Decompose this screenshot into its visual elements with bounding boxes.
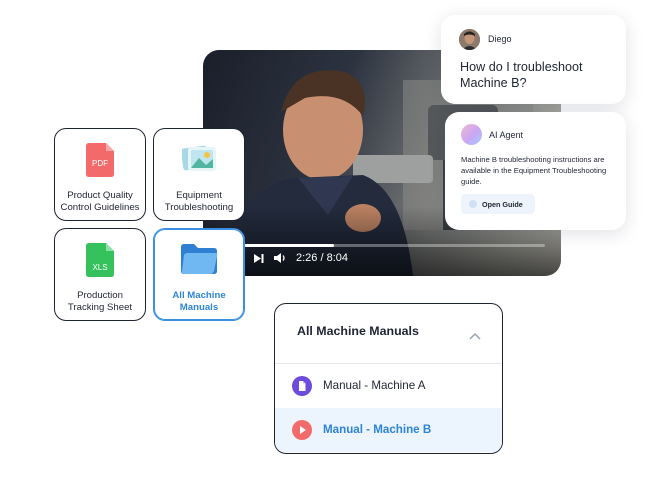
ai-answer-card: AI Agent Machine B troubleshooting instr… [445,112,626,230]
document-icon [292,376,312,396]
svg-text:PDF: PDF [92,159,108,168]
manuals-dropdown: All Machine Manuals Manual - Machine A M… [274,303,503,454]
pdf-file-icon: PDF [86,143,114,182]
tile-production-tracking[interactable]: XLS Production Tracking Sheet [54,228,146,321]
user-name: Diego [488,34,512,44]
video-progress-bar[interactable] [243,244,545,247]
tile-label: All Machine Manuals [172,290,226,313]
folder-icon [180,243,218,280]
chevron-up-icon[interactable] [469,327,481,345]
ai-agent-avatar-icon [461,124,482,145]
video-controls: 2:26 / 8:04 [253,252,348,264]
volume-icon[interactable] [273,252,287,264]
tile-all-machine-manuals[interactable]: All Machine Manuals [153,228,245,321]
avatar [459,29,480,50]
agent-name: AI Agent [489,130,524,140]
dropdown-header[interactable]: All Machine Manuals [275,304,502,364]
svg-text:XLS: XLS [92,263,107,272]
video-progress-fill [243,244,334,247]
dropdown-item-machine-b[interactable]: Manual - Machine B [275,408,502,452]
question-text: How do I troubleshoot Machine B? [460,60,583,90]
dropdown-item-label: Manual - Machine B [323,423,432,436]
guide-dot-icon [469,200,477,208]
skip-next-icon[interactable] [253,253,264,264]
video-time: 2:26 / 8:04 [296,252,348,264]
open-guide-label: Open Guide [482,200,523,209]
image-file-icon [180,143,216,178]
dropdown-item-label: Manual - Machine A [323,379,426,392]
tile-label: Equipment Troubleshooting [164,190,234,213]
dropdown-item-machine-a[interactable]: Manual - Machine A [275,364,502,408]
tile-label: Production Tracking Sheet [67,290,133,313]
play-icon [292,420,312,440]
dropdown-title: All Machine Manuals [297,324,419,338]
tile-equipment-troubleshooting[interactable]: Equipment Troubleshooting [153,128,245,221]
tile-label: Product Quality Control Guidelines [60,190,140,213]
open-guide-button[interactable]: Open Guide [461,194,535,214]
xls-file-icon: XLS [86,243,114,282]
user-question-card: Diego How do I troubleshoot Machine B? [441,15,626,104]
answer-text: Machine B troubleshooting instructions a… [461,155,607,187]
tile-product-quality[interactable]: PDF Product Quality Control Guidelines [54,128,146,221]
